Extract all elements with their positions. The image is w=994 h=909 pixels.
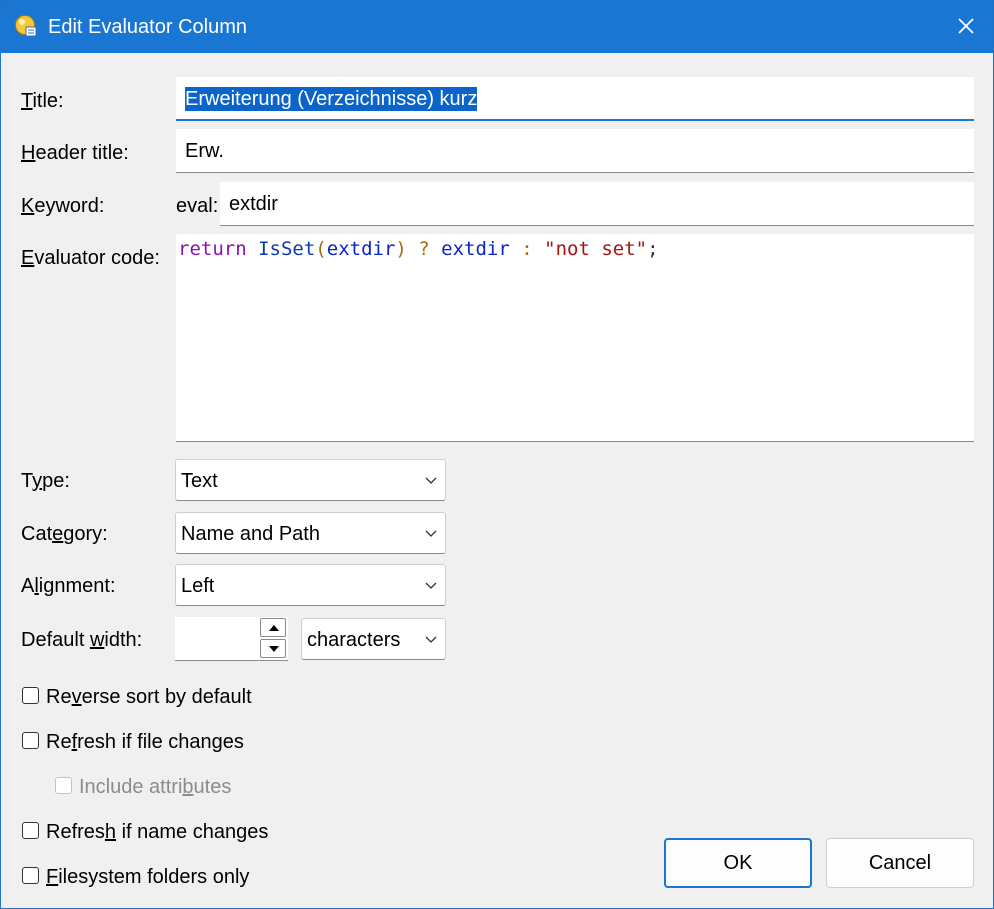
ok-button[interactable]: OK xyxy=(664,838,812,888)
evaluator-code-label: Evaluator code: xyxy=(21,247,160,269)
edit-evaluator-column-dialog: Edit Evaluator Column Title: Erweiterung… xyxy=(0,0,994,909)
keyword-input[interactable]: extdir xyxy=(220,182,974,226)
chevron-down-icon xyxy=(425,530,437,537)
default-width-label: Default width: xyxy=(21,629,143,651)
keyword-value: extdir xyxy=(229,193,278,215)
code-line: return IsSet(extdir) ? extdir : "not set… xyxy=(178,238,659,260)
alignment-dropdown-value: Left xyxy=(181,575,215,597)
checkbox-box[interactable] xyxy=(22,867,39,884)
category-dropdown[interactable]: Name and Path xyxy=(175,512,446,554)
header-title-input[interactable]: Erw. xyxy=(176,129,974,173)
cancel-button[interactable]: Cancel xyxy=(826,838,974,888)
type-dropdown-value: Text xyxy=(181,470,218,492)
checkbox-box[interactable] xyxy=(22,687,39,704)
category-label: Category: xyxy=(21,523,108,545)
checkbox-box[interactable] xyxy=(22,732,39,749)
reverse-sort-checkbox[interactable]: Reverse sort by default xyxy=(21,685,321,709)
alignment-dropdown[interactable]: Left xyxy=(175,564,446,606)
refresh-name-changes-checkbox[interactable]: Refresh if name changes xyxy=(21,820,321,844)
type-label: Type: xyxy=(21,470,70,492)
checkbox-label: Reverse sort by default xyxy=(46,686,252,708)
keyword-prefix: eval: xyxy=(176,195,219,217)
checkbox-label: Refresh if name changes xyxy=(46,821,269,843)
width-unit-value: characters xyxy=(307,629,401,651)
title-input-value: Erweiterung (Verzeichnisse) kurz xyxy=(185,87,478,111)
category-dropdown-value: Name and Path xyxy=(181,523,320,545)
close-icon[interactable] xyxy=(953,13,979,39)
arrow-up-icon xyxy=(269,625,279,631)
dialog-title: Edit Evaluator Column xyxy=(48,16,247,38)
include-attributes-checkbox: Include attributes xyxy=(54,775,304,799)
chevron-down-icon xyxy=(425,477,437,484)
checkbox-label: Filesystem folders only xyxy=(46,866,250,888)
filesystem-folders-only-checkbox[interactable]: Filesystem folders only xyxy=(21,865,321,889)
chevron-down-icon xyxy=(425,582,437,589)
checkbox-label: Refresh if file changes xyxy=(46,731,244,753)
checkbox-box xyxy=(55,777,72,794)
refresh-file-changes-checkbox[interactable]: Refresh if file changes xyxy=(21,730,321,754)
spin-down-button[interactable] xyxy=(260,639,286,658)
title-bar[interactable]: Edit Evaluator Column xyxy=(1,1,993,53)
title-label: Title: xyxy=(21,90,64,112)
alignment-label: Alignment: xyxy=(21,575,116,597)
width-unit-dropdown[interactable]: characters xyxy=(301,618,446,660)
header-title-value: Erw. xyxy=(185,140,224,162)
evaluator-app-icon xyxy=(15,15,37,37)
type-dropdown[interactable]: Text xyxy=(175,459,446,501)
checkbox-box[interactable] xyxy=(22,822,39,839)
title-input[interactable]: Erweiterung (Verzeichnisse) kurz xyxy=(176,77,974,121)
checkbox-label: Include attributes xyxy=(79,776,232,798)
keyword-label: Keyword: xyxy=(21,195,105,217)
evaluator-code-editor[interactable]: return IsSet(extdir) ? extdir : "not set… xyxy=(176,234,974,442)
spin-up-button[interactable] xyxy=(260,618,286,637)
chevron-down-icon xyxy=(425,636,437,643)
header-title-label: Header title: xyxy=(21,142,129,164)
arrow-down-icon xyxy=(269,646,279,652)
